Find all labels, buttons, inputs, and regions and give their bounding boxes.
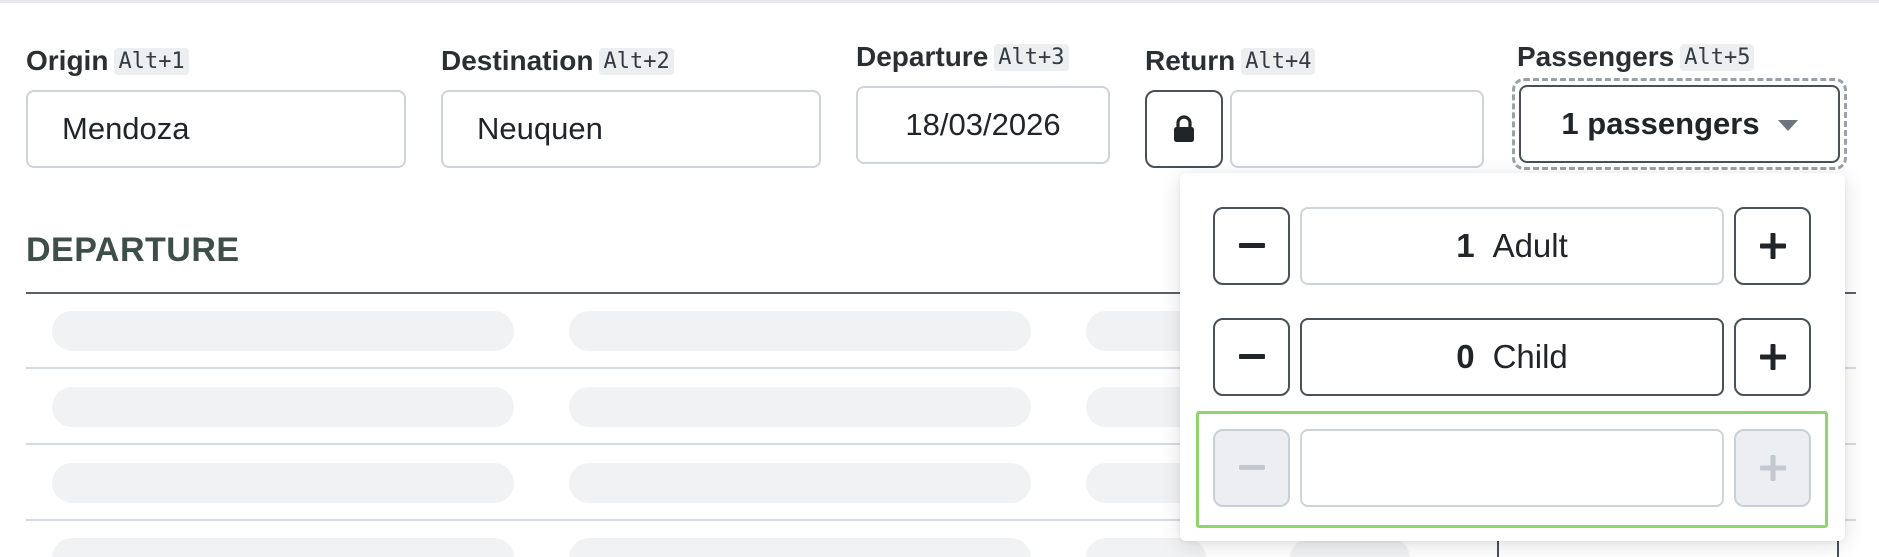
passenger-row-adult: 1 Adult [1213,207,1811,285]
departure-label-text: Departure [856,41,989,72]
return-label-text: Return [1145,45,1236,76]
skeleton-cell [52,463,514,503]
passengers-button-label: 1 passengers [1561,106,1760,141]
child-decrement-button[interactable] [1213,318,1290,396]
destination-input[interactable]: Neuquen [441,90,821,168]
departure-shortcut: Alt+3 [994,43,1069,71]
child-count: 0 [1456,338,1475,375]
origin-shortcut: Alt+1 [114,47,189,75]
departure-date-input[interactable]: 18/03/2026 [856,86,1110,164]
passenger-row-child: 0 Child [1213,318,1811,396]
plus-icon [1759,344,1786,370]
caret-down-icon [1777,119,1798,131]
passengers-label-text: Passengers [1517,41,1675,72]
departure-value: 18/03/2026 [905,107,1061,142]
origin-value: Mendoza [62,111,190,146]
origin-input[interactable]: Mendoza [26,90,406,168]
booking-page: Origin Alt+1 Mendoza Destination Alt+2 N… [0,0,1879,557]
skeleton-cell [569,538,1031,557]
skeleton-cell [52,387,514,427]
return-date-input[interactable] [1230,90,1484,168]
adult-count: 1 [1456,227,1475,264]
passengers-label: Passengers Alt+5 [1517,41,1755,73]
minus-icon [1238,243,1265,248]
destination-value: Neuquen [477,111,603,146]
skeleton-cell [52,538,514,557]
origin-label-text: Origin [26,45,109,76]
highlight-box [1196,411,1828,528]
adult-increment-button[interactable] [1734,207,1811,285]
plus-icon [1759,233,1786,259]
departure-label: Departure Alt+3 [856,41,1069,73]
child-type-label: Child [1492,338,1568,375]
adult-decrement-button[interactable] [1213,207,1290,285]
return-shortcut: Alt+4 [1241,47,1316,75]
passengers-shortcut: Alt+5 [1680,43,1755,71]
skeleton-cell [569,463,1031,503]
passengers-focus-ring: 1 passengers [1512,78,1847,170]
child-count-display: 0 Child [1300,318,1724,396]
origin-label: Origin Alt+1 [26,45,189,77]
return-label: Return Alt+4 [1145,45,1316,77]
lock-icon [1174,115,1194,142]
adult-count-display: 1 Adult [1300,207,1724,285]
minus-icon [1238,354,1265,359]
child-increment-button[interactable] [1734,318,1811,396]
departure-section-title: DEPARTURE [26,231,240,269]
destination-label: Destination Alt+2 [441,45,674,77]
destination-label-text: Destination [441,45,594,76]
passengers-dropdown-button[interactable]: 1 passengers [1519,85,1840,163]
skeleton-cell [569,387,1031,427]
skeleton-cell [569,311,1031,351]
skeleton-cell [52,311,514,351]
adult-type-label: Adult [1492,227,1568,264]
return-lock-button[interactable] [1145,90,1223,168]
destination-shortcut: Alt+2 [599,47,674,75]
